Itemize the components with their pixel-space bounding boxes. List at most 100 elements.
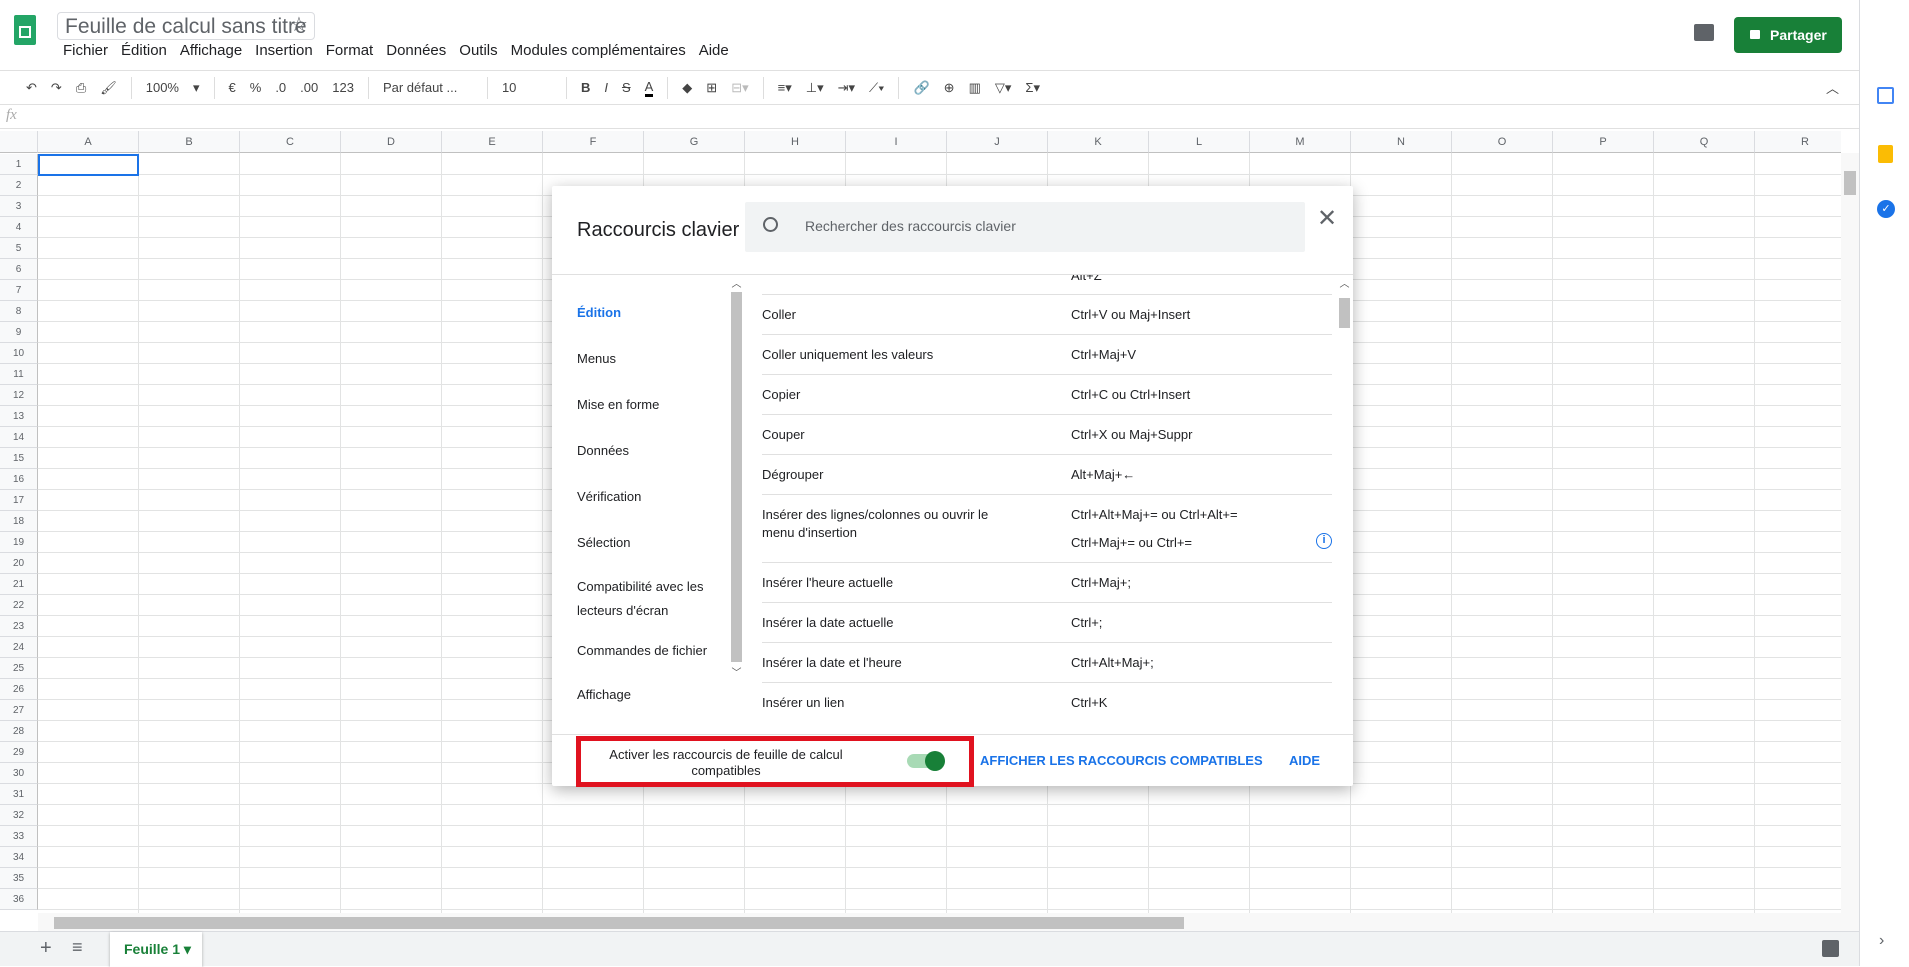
horizontal-scrollbar[interactable] <box>38 913 1859 931</box>
more-formats-button[interactable]: 123 <box>332 80 354 95</box>
row-header[interactable]: 35 <box>0 868 38 889</box>
row-header[interactable]: 31 <box>0 784 38 805</box>
menu-1[interactable]: Édition <box>121 42 167 59</box>
row-header[interactable]: 21 <box>0 574 38 595</box>
fill-color-icon[interactable]: ◆ <box>682 80 692 96</box>
row-header[interactable]: 8 <box>0 301 38 322</box>
column-header[interactable]: B <box>139 131 240 153</box>
row-header[interactable]: 18 <box>0 511 38 532</box>
decrease-decimal-button[interactable]: .0 <box>275 80 286 95</box>
row-header[interactable]: 25 <box>0 658 38 679</box>
show-compatible-button[interactable]: AFFICHER LES RACCOURCIS COMPATIBLES <box>980 753 1263 768</box>
column-header[interactable]: K <box>1048 131 1149 153</box>
sheet-tab[interactable]: Feuille 1 ▾ <box>110 932 202 967</box>
row-header[interactable]: 17 <box>0 490 38 511</box>
row-header[interactable]: 1 <box>0 154 38 175</box>
formula-bar[interactable]: fx <box>0 105 1859 129</box>
menu-7[interactable]: Modules complémentaires <box>511 42 686 59</box>
column-header[interactable]: M <box>1250 131 1351 153</box>
column-header[interactable]: C <box>240 131 341 153</box>
selected-cell[interactable] <box>38 154 139 176</box>
column-header[interactable]: F <box>543 131 644 153</box>
column-header[interactable]: G <box>644 131 745 153</box>
row-header[interactable]: 22 <box>0 595 38 616</box>
column-header[interactable]: A <box>38 131 139 153</box>
row-header[interactable]: 10 <box>0 343 38 364</box>
row-header[interactable]: 15 <box>0 448 38 469</box>
row-header[interactable]: 29 <box>0 742 38 763</box>
zoom-select[interactable]: 100% <box>146 80 179 95</box>
column-header[interactable]: E <box>442 131 543 153</box>
percent-button[interactable]: % <box>250 80 262 95</box>
row-header[interactable]: 7 <box>0 280 38 301</box>
column-header[interactable]: N <box>1351 131 1452 153</box>
menu-6[interactable]: Outils <box>459 42 497 59</box>
menu-4[interactable]: Format <box>326 42 374 59</box>
row-header[interactable]: 23 <box>0 616 38 637</box>
rotate-icon[interactable]: ⟋▾ <box>869 80 884 96</box>
menu-2[interactable]: Affichage <box>180 42 242 59</box>
link-icon[interactable]: 🔗 <box>913 80 929 96</box>
row-header[interactable]: 3 <box>0 196 38 217</box>
row-header[interactable]: 6 <box>0 259 38 280</box>
borders-icon[interactable]: ⊞ <box>706 80 717 96</box>
search-input[interactable]: Rechercher des raccourcis clavier <box>745 202 1305 252</box>
chart-icon[interactable]: ▥ <box>969 80 981 96</box>
keep-icon[interactable] <box>1878 145 1893 163</box>
redo-icon[interactable]: ↷ <box>51 80 62 96</box>
column-header[interactable]: R <box>1755 131 1841 153</box>
column-header[interactable]: P <box>1553 131 1654 153</box>
print-icon[interactable]: ⎙ <box>76 80 86 96</box>
info-icon[interactable]: i <box>1316 533 1332 549</box>
comment-icon[interactable]: ⊕ <box>944 80 955 96</box>
row-header[interactable]: 24 <box>0 637 38 658</box>
row-header[interactable]: 13 <box>0 406 38 427</box>
add-sheet-icon[interactable]: + <box>40 937 52 960</box>
italic-button[interactable]: I <box>604 80 608 95</box>
menu-8[interactable]: Aide <box>699 42 729 59</box>
menu-5[interactable]: Données <box>386 42 446 59</box>
row-header[interactable]: 19 <box>0 532 38 553</box>
close-icon[interactable]: ✕ <box>1317 204 1337 233</box>
column-header[interactable]: D <box>341 131 442 153</box>
comments-icon[interactable] <box>1694 24 1714 41</box>
bold-button[interactable]: B <box>581 80 590 95</box>
share-button[interactable]: Partager <box>1734 17 1842 53</box>
undo-icon[interactable]: ↶ <box>26 80 37 96</box>
merge-icon[interactable]: ⊟▾ <box>731 80 748 96</box>
row-header[interactable]: 11 <box>0 364 38 385</box>
compat-toggle[interactable] <box>907 751 945 771</box>
column-header[interactable]: H <box>745 131 846 153</box>
filter-icon[interactable]: ▽▾ <box>995 80 1012 96</box>
menu-0[interactable]: Fichier <box>63 42 108 59</box>
column-header[interactable]: O <box>1452 131 1553 153</box>
row-header[interactable]: 34 <box>0 847 38 868</box>
row-header[interactable]: 12 <box>0 385 38 406</box>
all-sheets-icon[interactable]: ≡ <box>72 937 83 958</box>
column-header[interactable]: Q <box>1654 131 1755 153</box>
row-header[interactable]: 30 <box>0 763 38 784</box>
star-icon[interactable]: ☆ <box>290 12 308 37</box>
row-header[interactable]: 16 <box>0 469 38 490</box>
row-header[interactable]: 2 <box>0 175 38 196</box>
help-button[interactable]: AIDE <box>1289 753 1320 768</box>
explore-icon[interactable] <box>1822 940 1839 957</box>
row-header[interactable]: 26 <box>0 679 38 700</box>
select-all-corner[interactable] <box>0 131 38 153</box>
vertical-scrollbar[interactable] <box>1841 153 1859 913</box>
column-header[interactable]: L <box>1149 131 1250 153</box>
sheets-logo[interactable] <box>14 15 36 45</box>
row-header[interactable]: 20 <box>0 553 38 574</box>
column-header[interactable]: J <box>947 131 1048 153</box>
row-header[interactable]: 9 <box>0 322 38 343</box>
strikethrough-button[interactable]: S <box>622 80 631 95</box>
collapse-toolbar-icon[interactable]: ︿ <box>1826 78 1839 97</box>
row-header[interactable]: 27 <box>0 700 38 721</box>
text-color-button[interactable]: A <box>644 79 654 97</box>
column-header[interactable]: I <box>846 131 947 153</box>
font-size-select[interactable]: 10 <box>502 80 552 95</box>
shortcut-scrollbar[interactable]: ︿ <box>1337 275 1352 721</box>
row-header[interactable]: 5 <box>0 238 38 259</box>
font-select[interactable]: Par défaut ... <box>383 80 473 95</box>
valign-icon[interactable]: ⊥▾ <box>806 80 824 96</box>
